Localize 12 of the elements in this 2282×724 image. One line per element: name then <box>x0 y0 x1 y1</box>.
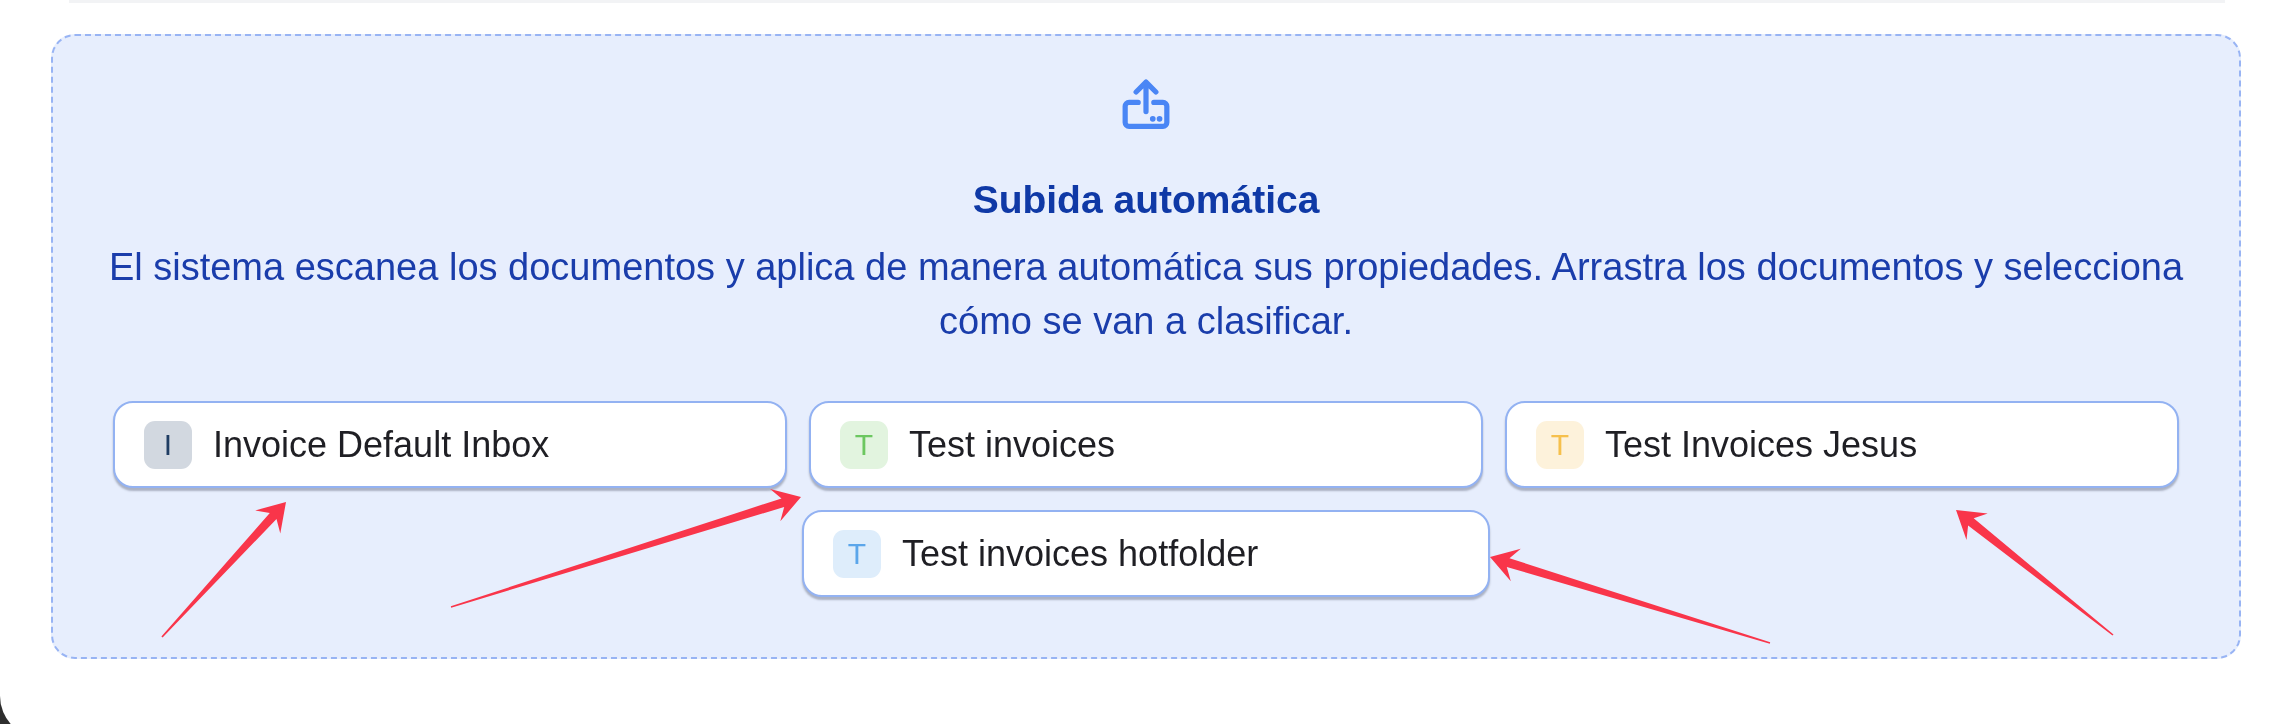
upload-dropzone[interactable] <box>51 34 2241 659</box>
folder-button[interactable]: T Test Invoices Jesus <box>1505 401 2179 488</box>
folder-initial: I <box>144 420 192 469</box>
folder-button[interactable]: I Invoice Default Inbox <box>113 401 787 488</box>
folder-initial: T <box>833 529 881 578</box>
upload-title: Subida automática <box>972 177 1320 223</box>
folder-initial: T <box>840 420 888 469</box>
upload-icon <box>1122 79 1170 129</box>
folder-button[interactable]: T Test invoices <box>809 401 1483 488</box>
upload-description: El sistema escanea los documentos y aplica de manera automática sus propiedades. Arrastra los documentos y selecciona cómo se van a clasificar. <box>107 245 2185 344</box>
folder-button[interactable]: T Test invoices hotfolder <box>802 510 1490 597</box>
folder-initial: T <box>1536 420 1584 469</box>
